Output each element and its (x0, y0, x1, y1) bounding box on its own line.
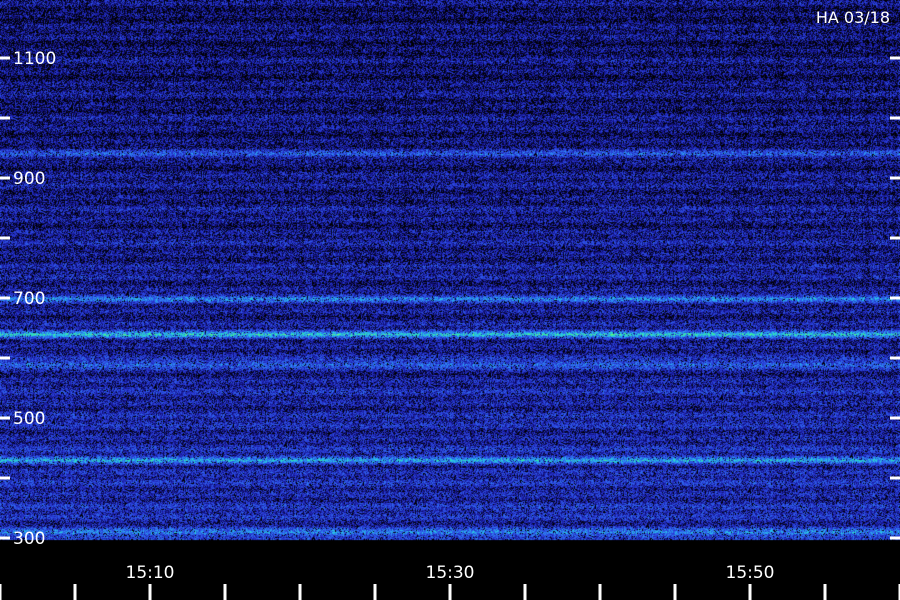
x-tick (298, 584, 302, 600)
x-tick (0, 584, 2, 600)
corner-label: HA 03/18 (816, 8, 890, 27)
y-tick-label: 900 (13, 169, 45, 189)
y-tick-right (890, 236, 900, 240)
y-tick-right (890, 56, 900, 60)
y-tick-left (0, 536, 10, 540)
x-tick (823, 584, 827, 600)
axes-overlay: 1100 900 700 500 300 15:10 15:30 15:50 HA 03/1… (0, 8, 900, 600)
x-tick (598, 584, 602, 600)
y-tick-left (0, 476, 10, 480)
y-axis-labels: 1100 900 700 500 300 (13, 49, 56, 549)
y-tick-left (0, 296, 10, 300)
y-tick-left (0, 116, 10, 120)
y-tick-left (0, 176, 10, 180)
y-tick-label: 1100 (13, 49, 56, 69)
x-tick (748, 584, 752, 600)
x-tick-label: 15:10 (126, 563, 175, 583)
y-tick-right (890, 476, 900, 480)
x-axis-labels: 15:10 15:30 15:50 (126, 563, 775, 583)
y-tick-label: 500 (13, 409, 45, 429)
y-tick-label: 700 (13, 289, 45, 309)
y-tick-left (0, 236, 10, 240)
x-tick (523, 584, 527, 600)
x-tick (373, 584, 377, 600)
y-tick-right (890, 296, 900, 300)
x-tick (148, 584, 152, 600)
x-tick (223, 584, 227, 600)
y-tick-left (0, 416, 10, 420)
y-axis-ticks-right (890, 56, 900, 540)
y-tick-right (890, 536, 900, 540)
x-tick (73, 584, 77, 600)
x-tick (448, 584, 452, 600)
y-tick-right (890, 176, 900, 180)
y-tick-label: 300 (13, 529, 45, 549)
y-tick-right (890, 116, 900, 120)
y-tick-right (890, 416, 900, 420)
x-tick (673, 584, 677, 600)
y-tick-right (890, 356, 900, 360)
y-tick-left (0, 356, 10, 360)
x-tick-label: 15:30 (426, 563, 475, 583)
y-axis-ticks-left (0, 56, 10, 540)
x-tick-label: 15:50 (726, 563, 775, 583)
y-tick-left (0, 56, 10, 60)
x-axis-ticks (0, 584, 900, 600)
